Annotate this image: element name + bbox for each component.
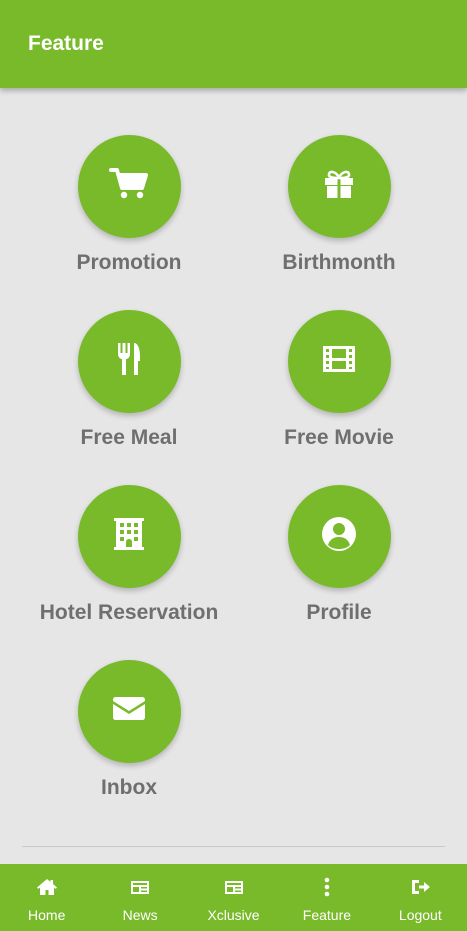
nav-item-logout[interactable]: Logout bbox=[374, 864, 467, 931]
bottom-nav: Home News Xclusive Feature Logout bbox=[0, 864, 467, 931]
birthmonth-circle[interactable] bbox=[287, 135, 391, 238]
feature-label: Free Movie bbox=[284, 426, 394, 449]
feature-label: Free Meal bbox=[80, 426, 178, 449]
feature-label: Birthmonth bbox=[282, 251, 396, 274]
feature-inbox[interactable]: Inbox bbox=[12, 660, 246, 835]
user-circle-icon bbox=[317, 512, 361, 561]
app-bar: Feature bbox=[0, 0, 467, 88]
nav-label: News bbox=[122, 907, 158, 923]
nav-label: Home bbox=[28, 907, 66, 923]
profile-circle[interactable] bbox=[287, 485, 391, 588]
feature-free-meal[interactable]: Free Meal bbox=[12, 310, 246, 485]
nav-item-home[interactable]: Home bbox=[0, 864, 93, 931]
sign-out-icon bbox=[409, 877, 431, 902]
feature-hotel-reservation[interactable]: Hotel Reservation bbox=[12, 485, 246, 660]
gift-icon bbox=[317, 162, 361, 211]
dots-vertical-icon bbox=[316, 877, 338, 902]
feature-grid: Promotion Birthmonth Free Meal Free Movi… bbox=[0, 88, 467, 848]
newspaper-icon bbox=[129, 877, 151, 902]
app-screen: Feature Promotion Birthmonth Free Meal F… bbox=[0, 0, 467, 931]
feature-free-movie[interactable]: Free Movie bbox=[222, 310, 456, 485]
feature-label: Profile bbox=[306, 601, 372, 624]
page-title: Feature bbox=[28, 32, 104, 55]
feature-birthmonth[interactable]: Birthmonth bbox=[222, 135, 456, 310]
feature-label: Inbox bbox=[101, 776, 157, 799]
feature-profile[interactable]: Profile bbox=[222, 485, 456, 660]
film-icon bbox=[317, 337, 361, 386]
nav-item-xclusive[interactable]: Xclusive bbox=[187, 864, 280, 931]
newspaper-icon bbox=[223, 877, 245, 902]
home-icon bbox=[36, 877, 58, 902]
envelope-icon bbox=[107, 687, 151, 736]
nav-label: Feature bbox=[302, 907, 352, 923]
divider bbox=[22, 846, 445, 847]
nav-label: Logout bbox=[398, 907, 442, 923]
free-meal-circle[interactable] bbox=[77, 310, 181, 413]
promotion-circle[interactable] bbox=[77, 135, 181, 238]
nav-item-news[interactable]: News bbox=[93, 864, 186, 931]
nav-item-feature[interactable]: Feature bbox=[280, 864, 373, 931]
utensils-icon bbox=[107, 337, 151, 386]
free-movie-circle[interactable] bbox=[287, 310, 391, 413]
feature-label: Hotel Reservation bbox=[39, 601, 219, 624]
hotel-reservation-circle[interactable] bbox=[77, 485, 181, 588]
feature-label: Promotion bbox=[76, 251, 182, 274]
nav-label: Xclusive bbox=[207, 907, 260, 923]
cart-icon bbox=[107, 162, 151, 211]
feature-promotion[interactable]: Promotion bbox=[12, 135, 246, 310]
building-icon bbox=[107, 512, 151, 561]
inbox-circle[interactable] bbox=[77, 660, 181, 763]
